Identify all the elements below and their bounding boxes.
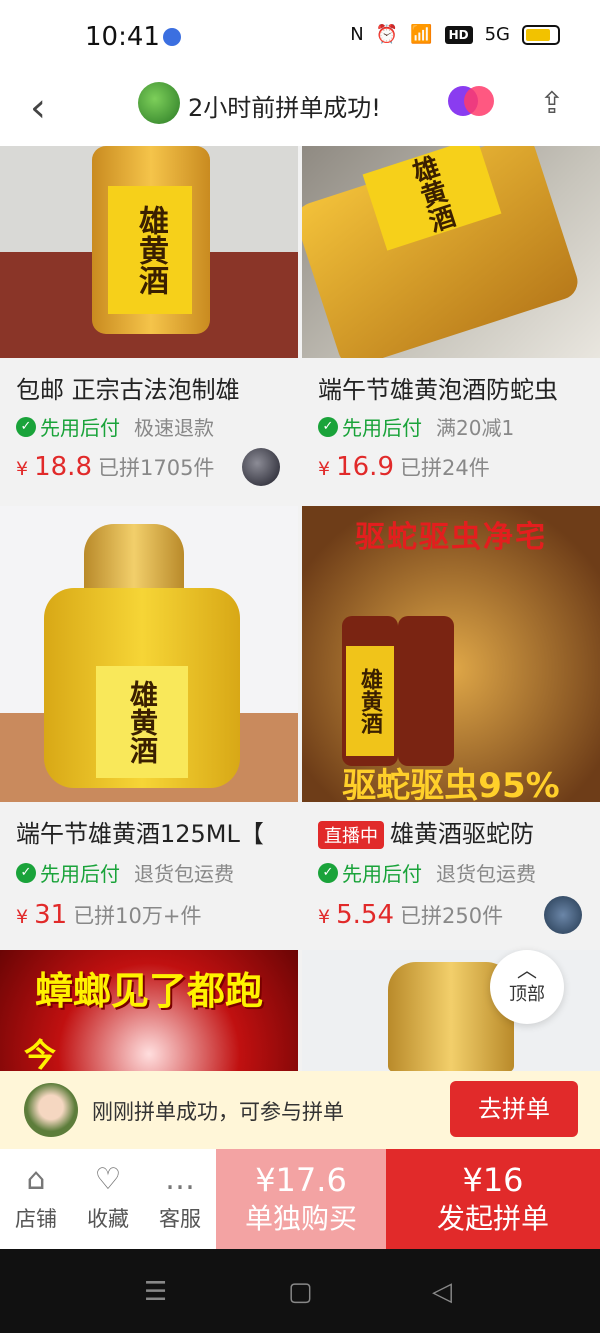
system-nav-bar: ☰ ▢ ◁ (0, 1249, 600, 1333)
pay-later-icon: ✓ (16, 862, 36, 883)
share-icon[interactable]: ⇪ (534, 84, 570, 124)
shop-button[interactable]: ⌂ 店铺 (6, 1163, 66, 1233)
product-price: ¥5.54 已拼250件 (318, 900, 504, 930)
product-card[interactable]: 雄黄酒 端午节雄黄酒125ML【 ✓ 先用后付 退货包运费 ¥31 已拼10万+件 (0, 506, 298, 930)
product-price: ¥31 已拼10万+件 (16, 900, 202, 930)
group-avatar (138, 82, 180, 124)
promo-banner-text-2: 今 (24, 1036, 57, 1071)
service-tag: 极速退款 (134, 416, 214, 440)
discount-tag: 满20减1 (436, 416, 515, 440)
product-card[interactable]: 雄黄酒 端午节雄黄泡酒防蛇虫 ✓ 先用后付 满20减1 ¥16.9 已拼24件 (302, 146, 600, 482)
app-notification-icon (163, 28, 181, 46)
alarm-icon: ⏰ (375, 24, 399, 45)
service-tag: 退货包运费 (436, 862, 536, 886)
pay-later-icon: ✓ (318, 416, 338, 437)
promo-banner-text: 驱蛇驱虫净宅 (355, 520, 547, 555)
product-title: 包邮 正宗古法泡制雄 (16, 376, 240, 404)
page-title: 2小时前拼单成功! (188, 94, 381, 122)
start-group-buy-button[interactable]: ¥16 发起拼单 (386, 1149, 600, 1249)
product-image[interactable]: 驱蛇驱虫净宅 雄黄酒 驱蛇驱虫95% (302, 506, 600, 802)
buyer-avatar (544, 896, 582, 934)
heart-icon: ♡ (94, 1162, 122, 1197)
back-nav-icon[interactable]: ◁ (432, 1277, 452, 1307)
wifi-icon: 📶 (410, 24, 433, 45)
promo-banner-text: 蟑螂见了都跑 (34, 969, 263, 1013)
pay-later-badge: ✓ 先用后付 (318, 412, 422, 441)
back-icon[interactable]: ‹ (30, 86, 66, 130)
product-card[interactable]: 驱蛇驱虫净宅 雄黄酒 驱蛇驱虫95% 直播中 雄黄酒驱蛇防 ✓ 先用后付 退货包运费… (302, 506, 600, 934)
favorite-button[interactable]: ♡ 收藏 (78, 1163, 138, 1233)
pay-later-badge: ✓ 先用后付 (318, 858, 422, 887)
merchant-logo-icon[interactable] (448, 86, 494, 118)
signal-icon: 5G (484, 24, 510, 45)
pay-later-icon: ✓ (16, 416, 36, 437)
product-title: 直播中 雄黄酒驱蛇防 (318, 814, 588, 849)
bottom-action-bar: ⌂ 店铺 ♡ 收藏 … 客服 ¥17.6 单独购买 ¥16 发起拼单 (0, 1149, 600, 1249)
home-icon[interactable]: ▢ (288, 1277, 313, 1307)
product-price: ¥18.8 已拼1705件 (16, 452, 215, 482)
group-join-bar: 刚刚拼单成功，可参与拼单 去拼单 (0, 1071, 600, 1149)
promo-banner-text-2: 驱蛇驱虫95% (342, 766, 560, 802)
user-avatar (24, 1083, 78, 1137)
top-bar: ‹ 2小时前拼单成功! ⇪ (0, 72, 600, 146)
product-image[interactable]: 蟑螂见了都跑 今 (0, 950, 298, 1071)
product-image[interactable]: 雄黄酒 (0, 146, 298, 358)
pay-later-icon: ✓ (318, 862, 338, 883)
status-time: 10:41 (85, 22, 160, 52)
bottle-label: 雄黄酒 (108, 186, 192, 314)
customer-service-button[interactable]: … 客服 (150, 1163, 210, 1233)
buy-alone-button[interactable]: ¥17.6 单独购买 (216, 1149, 386, 1249)
bottle-cap (84, 524, 184, 594)
group-message: 刚刚拼单成功，可参与拼单 (92, 1100, 344, 1124)
bottle-label: 雄黄酒 (346, 646, 394, 756)
status-bar: 10:41 N ⏰ 📶 HD 5G (0, 0, 600, 72)
product-feed: 雄黄酒 包邮 正宗古法泡制雄 ✓ 先用后付 极速退款 ¥18.8 已拼1705件 雄… (0, 146, 600, 1071)
pay-later-badge: ✓ 先用后付 (16, 858, 120, 887)
nfc-icon: N (350, 24, 364, 45)
battery-icon (522, 24, 560, 45)
hd-icon: HD (444, 25, 473, 44)
buyer-avatar (242, 448, 280, 486)
product-card[interactable]: 蟑螂见了都跑 今 (0, 950, 298, 1071)
bottle-label: 雄黄酒 (96, 666, 188, 778)
product-price: ¥16.9 已拼24件 (318, 452, 490, 482)
store-icon: ⌂ (26, 1162, 46, 1197)
chevron-up-icon: ︿ (517, 958, 537, 982)
product-card[interactable]: 雄黄酒 包邮 正宗古法泡制雄 ✓ 先用后付 极速退款 ¥18.8 已拼1705件 (0, 146, 298, 486)
product-title: 端午节雄黄泡酒防蛇虫 (318, 376, 558, 404)
product-image[interactable]: 雄黄酒 (0, 506, 298, 802)
chat-icon: … (165, 1162, 195, 1197)
back-to-top-button[interactable]: ︿ 顶部 (490, 950, 564, 1024)
product-title: 端午节雄黄酒125ML【 (16, 820, 264, 848)
service-tag: 退货包运费 (134, 862, 234, 886)
join-group-button[interactable]: 去拼单 (450, 1081, 578, 1137)
live-badge: 直播中 (318, 821, 384, 849)
menu-icon[interactable]: ☰ (144, 1277, 167, 1307)
pay-later-badge: ✓ 先用后付 (16, 412, 120, 441)
product-image[interactable]: 雄黄酒 (302, 146, 600, 358)
